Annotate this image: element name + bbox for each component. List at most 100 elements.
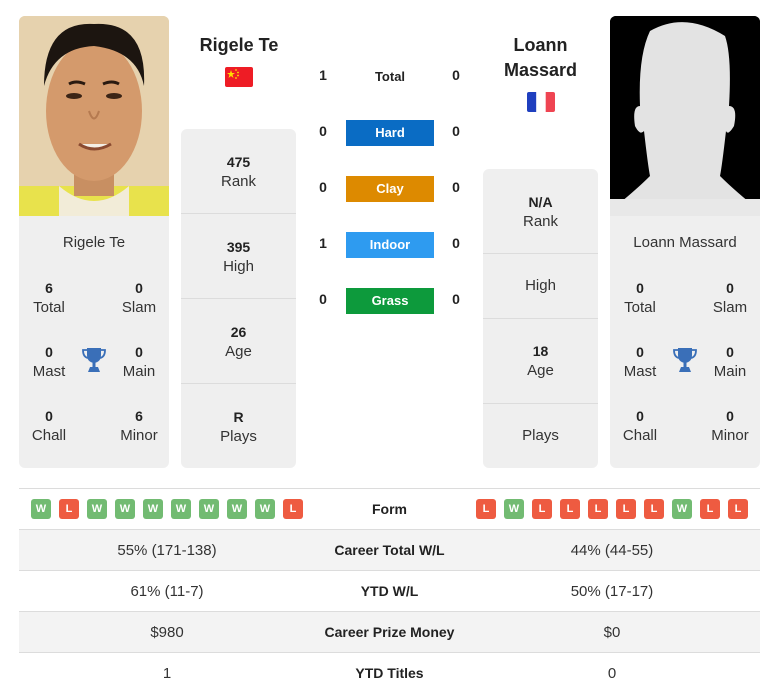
player2-challenger-titles: 0 Chall bbox=[610, 406, 670, 446]
stat-label: Minor bbox=[120, 427, 158, 444]
form-badge-loss[interactable]: L bbox=[560, 499, 580, 519]
player2-rank: N/A Rank bbox=[483, 169, 598, 254]
stat-label: Chall bbox=[31, 427, 67, 444]
info-value: 395 bbox=[226, 239, 251, 255]
player1-high: 395 High bbox=[181, 214, 296, 299]
player1-value: 55% (171-138) bbox=[117, 541, 217, 559]
player1-plays: R Plays bbox=[181, 384, 296, 469]
surface-hard-button[interactable]: Hard bbox=[346, 120, 434, 146]
h2h-grass-p1: 0 bbox=[319, 291, 327, 307]
stat-label: Chall bbox=[622, 427, 658, 444]
player2-main-titles: 0 Main bbox=[700, 342, 760, 382]
info-label: Plays bbox=[522, 427, 559, 444]
form-badge-win[interactable]: W bbox=[504, 499, 524, 519]
surface-clay-button[interactable]: Clay bbox=[346, 176, 434, 202]
player1-value: 61% (11-7) bbox=[130, 582, 204, 600]
stat-value: 0 bbox=[45, 408, 53, 424]
stat-label: Mast bbox=[623, 363, 657, 380]
player1-name-link[interactable]: Rigele Te bbox=[180, 33, 298, 58]
player1-minor-titles: 6 Minor bbox=[109, 406, 169, 446]
player2-slam-titles: 0 Slam bbox=[700, 278, 760, 318]
stat-value: 0 bbox=[135, 344, 143, 360]
row-label: Career Prize Money bbox=[324, 624, 455, 640]
info-label: High bbox=[223, 258, 254, 275]
row-label: YTD Titles bbox=[355, 665, 424, 681]
stat-label: Total bbox=[624, 299, 656, 316]
player1-total-titles: 6 Total bbox=[19, 278, 79, 318]
h2h-hard-p2: 0 bbox=[452, 123, 460, 139]
surface-grass-button[interactable]: Grass bbox=[346, 288, 434, 314]
player1-info-panel: 475 Rank 395 High 26 Age R Plays bbox=[181, 129, 296, 468]
trophy-icon bbox=[82, 347, 106, 373]
stat-value: 0 bbox=[726, 344, 734, 360]
form-badge-win[interactable]: W bbox=[199, 499, 219, 519]
form-badge-win[interactable]: W bbox=[87, 499, 107, 519]
stat-label: Total bbox=[33, 299, 65, 316]
row-label: YTD W/L bbox=[360, 583, 419, 599]
player2-name-line1: Loann bbox=[513, 35, 568, 55]
player2-minor-titles: 0 Minor bbox=[700, 406, 760, 446]
player2-value: 0 bbox=[607, 664, 617, 682]
player1-form: WLWWWWWWWL bbox=[19, 499, 315, 519]
form-badge-win[interactable]: W bbox=[143, 499, 163, 519]
stat-label: Minor bbox=[711, 427, 749, 444]
player2-age: 18 Age bbox=[483, 319, 598, 404]
form-badge-loss[interactable]: L bbox=[59, 499, 79, 519]
player1-main-titles: 0 Main bbox=[109, 342, 169, 382]
form-badge-loss[interactable]: L bbox=[644, 499, 664, 519]
form-badge-loss[interactable]: L bbox=[728, 499, 748, 519]
form-badge-win[interactable]: W bbox=[255, 499, 275, 519]
form-badge-win[interactable]: W bbox=[672, 499, 692, 519]
form-badge-loss[interactable]: L bbox=[700, 499, 720, 519]
form-badge-win[interactable]: W bbox=[115, 499, 135, 519]
stat-value: 0 bbox=[636, 280, 644, 296]
h2h-hard-p1: 0 bbox=[319, 123, 327, 139]
form-badge-loss[interactable]: L bbox=[588, 499, 608, 519]
info-label: Plays bbox=[220, 428, 257, 445]
form-badge-loss[interactable]: L bbox=[616, 499, 636, 519]
player2-name-link[interactable]: Loann Massard bbox=[483, 33, 598, 83]
player2-value: $0 bbox=[603, 623, 621, 641]
player2-name-line2: Massard bbox=[503, 60, 578, 80]
form-row: WLWWWWWWWL Form LWLLLLLWLL bbox=[19, 488, 760, 529]
comparison-table: WLWWWWWWWL Form LWLLLLLWLL 55% (171-138)… bbox=[19, 488, 760, 693]
stat-label: Main bbox=[713, 363, 747, 380]
stat-value: 6 bbox=[135, 408, 143, 424]
form-label: Form bbox=[372, 501, 407, 517]
h2h-clay-p1: 0 bbox=[319, 179, 327, 195]
player1-challenger-titles: 0 Chall bbox=[19, 406, 79, 446]
form-badge-win[interactable]: W bbox=[31, 499, 51, 519]
player1-card-name: Rigele Te bbox=[62, 234, 126, 251]
info-label: Rank bbox=[220, 173, 257, 190]
info-label: High bbox=[525, 277, 556, 294]
stat-value: 0 bbox=[135, 280, 143, 296]
player2-value: 44% (44-55) bbox=[570, 541, 654, 559]
info-label: Age bbox=[527, 362, 554, 379]
info-value: 18 bbox=[532, 343, 549, 359]
table-row-ytd-wl: 61% (11-7) YTD W/L 50% (17-17) bbox=[19, 570, 760, 611]
player1-age: 26 Age bbox=[181, 299, 296, 384]
player1-value: $980 bbox=[150, 623, 184, 641]
info-value: R bbox=[233, 409, 244, 425]
player2-card-name: Loann Massard bbox=[633, 234, 737, 251]
player2-photo bbox=[610, 16, 760, 216]
player1-titles-card: Rigele Te 6 Total 0 Slam 0 Mast 0 Main 0… bbox=[19, 216, 169, 468]
silhouette-placeholder-icon bbox=[610, 16, 760, 216]
h2h-total-p1: 1 bbox=[319, 67, 327, 83]
player1-face-image bbox=[19, 16, 169, 216]
form-badge-loss[interactable]: L bbox=[476, 499, 496, 519]
player1-value: 1 bbox=[162, 664, 172, 682]
h2h-total-label: Total bbox=[374, 69, 406, 84]
stat-value: 0 bbox=[636, 408, 644, 424]
form-badge-win[interactable]: W bbox=[227, 499, 247, 519]
player2-form: LWLLLLLWLL bbox=[464, 499, 760, 519]
stat-value: 0 bbox=[726, 408, 734, 424]
form-badge-loss[interactable]: L bbox=[283, 499, 303, 519]
surface-indoor-button[interactable]: Indoor bbox=[346, 232, 434, 258]
player1-masters-titles: 0 Mast bbox=[19, 342, 79, 382]
form-badge-loss[interactable]: L bbox=[532, 499, 552, 519]
player2-value: 50% (17-17) bbox=[570, 582, 654, 600]
form-badge-win[interactable]: W bbox=[171, 499, 191, 519]
h2h-clay-p2: 0 bbox=[452, 179, 460, 195]
h2h-total-p2: 0 bbox=[452, 67, 460, 83]
